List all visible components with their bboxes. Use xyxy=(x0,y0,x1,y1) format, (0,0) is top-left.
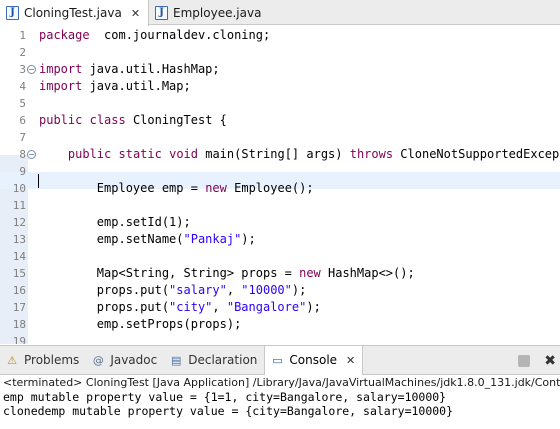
code-line: 10 Employee emp = new Employee(); xyxy=(0,180,560,197)
code-line: 1 package com.journaldev.cloning; xyxy=(0,27,560,44)
code-line: 18 emp.setProps(props); xyxy=(0,316,560,333)
javadoc-icon: @ xyxy=(92,353,104,367)
code-line: 16 props.put("salary", "10000"); xyxy=(0,282,560,299)
code-line: 15 Map<String, String> props = new HashM… xyxy=(0,265,560,282)
tab-console[interactable]: ▭ Console ✕ xyxy=(264,345,364,375)
tab-label: Employee.java xyxy=(173,5,262,20)
close-icon[interactable]: ✕ xyxy=(346,354,355,367)
editor-tab-bar: J CloningTest.java ✕ J Employee.java xyxy=(0,0,560,26)
fold-toggle-icon[interactable]: − xyxy=(27,150,36,159)
line-number: 16 xyxy=(12,284,26,297)
code-line: 13 emp.setName("Pankaj"); xyxy=(0,231,560,248)
declaration-icon: ▤ xyxy=(171,353,182,367)
text-caret xyxy=(38,174,39,188)
tab-label: Declaration xyxy=(188,353,258,367)
line-number: 3 xyxy=(19,63,26,76)
line-number: 15 xyxy=(12,267,26,280)
problems-icon: ⚠ xyxy=(7,353,17,367)
line-number: 1 xyxy=(19,29,26,42)
tab-label: Problems xyxy=(24,353,80,367)
java-file-icon: J xyxy=(6,6,19,20)
code-text: package com.journaldev.cloning; xyxy=(39,28,271,42)
terminate-button[interactable] xyxy=(518,355,531,367)
tab-label: CloningTest.java xyxy=(24,6,122,20)
code-text: emp.setId(1); xyxy=(39,215,191,229)
code-line: 11 xyxy=(0,197,560,214)
code-line: 14 xyxy=(0,248,560,265)
tab-label: Console xyxy=(289,353,338,367)
line-number: 2 xyxy=(19,46,26,59)
code-editor[interactable]: 1 package com.journaldev.cloning; 2 3− impor… xyxy=(0,26,560,344)
fold-toggle-icon[interactable]: − xyxy=(27,65,36,74)
line-number: 13 xyxy=(12,233,26,246)
line-number: 8 xyxy=(19,148,26,161)
tab-employee-java[interactable]: J Employee.java xyxy=(149,0,269,25)
console-toolbar: ✖ xyxy=(518,346,560,376)
code-line: 5 xyxy=(0,95,560,112)
line-number: 4 xyxy=(19,80,26,93)
line-number: 9 xyxy=(19,165,26,178)
tab-javadoc[interactable]: @ Javadoc xyxy=(86,346,164,375)
code-text: props.put("salary", "10000"); xyxy=(39,283,307,297)
console-output-line: emp mutable property value = {1=1, city=… xyxy=(3,390,447,404)
code-line: 12 emp.setId(1); xyxy=(0,214,560,231)
code-line: 7 xyxy=(0,129,560,146)
line-number: 10 xyxy=(12,182,26,195)
code-text: Employee emp = new Employee(); xyxy=(39,181,314,195)
line-number: 5 xyxy=(19,97,26,110)
view-tab-bar: ⚠ Problems @ Javadoc ▤ Declaration ▭ Con… xyxy=(0,345,560,375)
line-number: 7 xyxy=(19,131,26,144)
tab-problems[interactable]: ⚠ Problems xyxy=(0,346,86,375)
line-number: 18 xyxy=(12,318,26,331)
code-text: import java.util.HashMap; xyxy=(39,62,220,76)
console-icon: ▭ xyxy=(272,353,283,367)
code-text: import java.util.Map; xyxy=(39,79,191,93)
code-text: public class CloningTest { xyxy=(39,113,227,127)
close-icon[interactable]: ✕ xyxy=(131,7,140,20)
code-line: 3− import java.util.HashMap; xyxy=(0,61,560,78)
line-number: 6 xyxy=(19,114,26,127)
code-text: Map<String, String> props = new HashMap<… xyxy=(39,266,415,280)
line-number: 19 xyxy=(12,335,26,344)
tab-declaration[interactable]: ▤ Declaration xyxy=(164,346,264,375)
line-number: 17 xyxy=(12,301,26,314)
code-text: public static void main(String[] args) t… xyxy=(67,147,560,161)
code-text: emp.setProps(props); xyxy=(39,317,242,331)
code-line: 4 import java.util.Map; xyxy=(0,78,560,95)
code-line: 17 props.put("city", "Bangalore"); xyxy=(0,299,560,316)
code-line: 2 xyxy=(0,44,560,61)
line-number: 14 xyxy=(12,250,26,263)
console-output[interactable]: <terminated> CloningTest [Java Applicati… xyxy=(0,376,560,429)
code-line: 6 public class CloningTest { xyxy=(0,112,560,129)
line-number: 11 xyxy=(12,199,26,212)
code-line: 19 xyxy=(0,333,560,344)
console-output-line: clonedemp mutable property value = {city… xyxy=(3,404,454,418)
code-text: props.put("city", "Bangalore"); xyxy=(39,300,321,314)
line-number: 12 xyxy=(12,216,26,229)
console-terminated-line: <terminated> CloningTest [Java Applicati… xyxy=(3,376,560,389)
tab-cloningtest-java[interactable]: J CloningTest.java ✕ xyxy=(0,0,150,26)
code-text: emp.setName("Pankaj"); xyxy=(39,232,256,246)
tab-label: Javadoc xyxy=(110,353,158,367)
code-line: 8− public static void main(String[] args… xyxy=(0,146,560,163)
code-line: 9 xyxy=(0,163,560,180)
remove-launch-icon[interactable]: ✖ xyxy=(544,353,556,369)
java-file-icon: J xyxy=(155,5,169,20)
